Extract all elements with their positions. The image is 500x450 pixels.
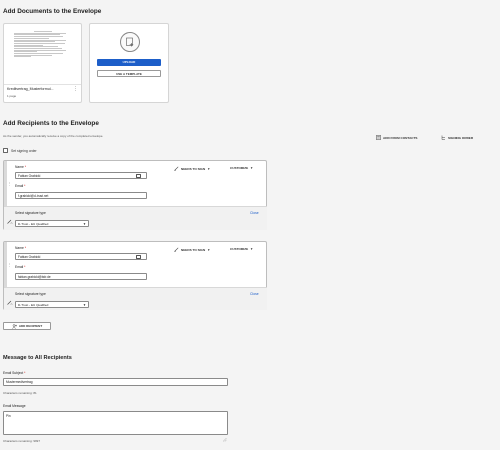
document-pages: 1 page [7,94,17,98]
customize-dropdown[interactable]: CUSTOMIZE ▼ [230,247,253,251]
customize-dropdown[interactable]: CUSTOMIZE ▼ [230,166,253,170]
set-signing-order-label: Set signing order [11,148,37,153]
subject-chars-remaining: Characters remaining: 81 [3,391,37,395]
drag-handle-icon[interactable]: ⋮ [8,262,12,267]
documents-heading: Add Documents to the Envelope [3,8,102,15]
signature-type-section: Select signature type Close D-Trust - EU… [4,287,267,310]
document-card[interactable] [3,23,82,103]
signature-icon [7,211,13,229]
add-document-icon [120,32,140,52]
email-subject-input[interactable]: Mustermedivertrag [3,378,228,386]
customize-label: CUSTOMIZE [230,166,249,170]
email-label: Email * [15,265,26,269]
signing-order-icon [441,135,445,140]
recipient-name-input[interactable]: Fabian Grabicki [15,253,147,260]
chevron-down-icon: ▼ [250,247,254,251]
email-message-label: Email Message [3,404,26,408]
signature-type-label: Select signature type [15,211,46,215]
pen-icon [174,247,179,252]
name-label: Name * [15,246,27,250]
signing-order-link[interactable]: SIGNING ORDER [441,135,473,140]
chevron-down-icon: ▼ [83,302,86,307]
action-label: NEEDS TO SIGN [181,247,206,252]
message-heading: Message to All Recipients [3,355,72,361]
chevron-down-icon: ▼ [250,166,254,170]
name-label: Name * [15,165,27,169]
upload-button[interactable]: UPLOAD [97,59,161,66]
email-message-textarea[interactable]: Pin [3,411,228,435]
add-recipient-label: ADD RECIPIENT [18,324,43,328]
chevron-down-icon: ▼ [207,166,211,171]
recipients-heading: Add Recipients to the Envelope [3,120,99,127]
close-link[interactable]: Close [250,292,259,296]
signature-icon [7,292,13,310]
document-thumbnail [10,28,76,78]
resize-handle-icon[interactable] [222,429,227,442]
action-label: NEEDS TO SIGN [181,166,206,171]
recipient-email-input[interactable]: fabian.grabicki@bdr.de [15,273,147,280]
drag-handle-icon[interactable]: ⋮ [8,181,12,186]
more-options-icon[interactable]: ⋮ [73,87,78,92]
signature-type-select[interactable]: D-Trust - EU Qualified ▼ [15,220,89,227]
chevron-down-icon: ▼ [83,221,86,226]
action-dropdown[interactable]: NEEDS TO SIGN ▼ [174,166,210,171]
signature-type-section: Select signature type Close D-Trust - EU… [4,206,267,230]
sender-copy-note: As the sender, you automatically receive… [3,134,104,138]
add-user-icon [11,323,17,329]
signing-order-label: SIGNING ORDER [448,135,474,140]
upload-card: UPLOAD USE A TEMPLATE [89,23,169,103]
set-signing-order-checkbox[interactable] [3,148,8,153]
set-signing-order-row[interactable]: Set signing order [3,148,37,153]
close-link[interactable]: Close [250,211,259,215]
contacts-icon [376,135,381,140]
signature-type-select[interactable]: D-Trust - EU Qualified ▼ [15,301,89,308]
action-dropdown[interactable]: NEEDS TO SIGN ▼ [174,247,210,252]
recipient-card-1: ⋮ Name * Fabian Grabicki Email * f.grabi… [3,160,267,230]
use-template-button[interactable]: USE A TEMPLATE [97,70,161,77]
message-chars-remaining: Characters remaining: 9997 [3,439,41,443]
email-label: Email * [15,184,26,188]
contact-card-icon[interactable] [136,254,141,259]
document-name: Kreditvertrag_Musterformul... [7,87,54,91]
add-recipient-button[interactable]: ADD RECIPIENT [3,322,51,330]
recipient-card-2: ⋮ Name * Fabian Grabicki Email * fabian.… [3,241,267,310]
contact-card-icon[interactable] [136,173,141,178]
add-from-contacts-link[interactable]: ADD FROM CONTACTS [376,135,418,140]
customize-label: CUSTOMIZE [230,247,249,251]
signature-type-label: Select signature type [15,292,46,296]
recipient-email-input[interactable]: f.grabicki@d-trust.net [15,192,147,199]
email-subject-label: Email Subject * [3,371,26,375]
chevron-down-icon: ▼ [207,247,211,252]
add-from-contacts-label: ADD FROM CONTACTS [383,135,418,140]
pen-icon [174,166,179,171]
recipient-name-input[interactable]: Fabian Grabicki [15,172,147,179]
